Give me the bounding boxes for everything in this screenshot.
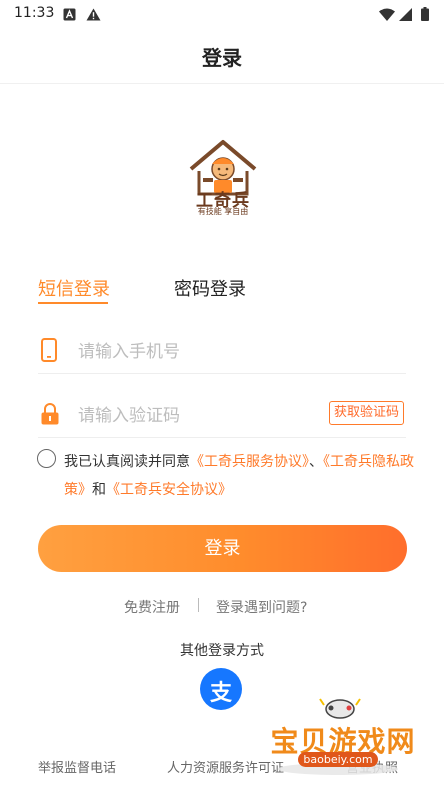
app-logo: 工奇兵 有技能 享自由: [186, 136, 260, 216]
agreement-text: 我已认真阅读并同意《工奇兵服务协议》、《工奇兵隐私政策》和《工奇兵安全协议》: [64, 448, 414, 504]
title-bar: 登录: [0, 28, 444, 84]
agreement-checkbox[interactable]: [37, 449, 56, 468]
phone-input[interactable]: 请输入手机号: [78, 337, 180, 362]
alipay-icon: 支: [209, 681, 232, 706]
status-bar: 11:33: [0, 0, 444, 28]
alipay-login-button[interactable]: 支: [200, 668, 242, 710]
agreement-separator: 、: [309, 454, 323, 470]
phone-field[interactable]: 请输入手机号: [38, 324, 406, 374]
phone-icon: [40, 338, 58, 366]
tab-sms-login[interactable]: 短信登录: [38, 275, 110, 301]
code-input[interactable]: 请输入验证码: [78, 401, 180, 426]
logo-slogan: 有技能 享自由: [197, 207, 249, 216]
wifi-icon: [379, 6, 395, 25]
agreement-and: 和: [92, 482, 106, 498]
link-divider: [198, 598, 199, 612]
register-link[interactable]: 免费注册: [124, 597, 180, 617]
battery-icon: [421, 6, 429, 25]
lock-icon: [40, 402, 60, 430]
watermark-url: baobeiy.com: [298, 752, 378, 767]
get-code-button[interactable]: 获取验证码: [328, 401, 404, 425]
signal-icon: [399, 6, 412, 25]
other-login-label: 其他登录方式: [180, 643, 264, 659]
watermark: 宝贝游戏网 baobeiy.com: [268, 696, 418, 776]
hr-service-license-link[interactable]: 人力资源服务许可证: [167, 757, 284, 776]
status-time: 11:33: [14, 5, 55, 21]
warning-icon: [86, 6, 101, 25]
notification-icon: [63, 6, 76, 25]
login-problem-link[interactable]: 登录遇到问题?: [216, 597, 307, 617]
security-agreement-link[interactable]: 《工奇兵安全协议》: [106, 482, 232, 498]
code-field[interactable]: 请输入验证码 获取验证码: [38, 388, 406, 438]
tab-active-indicator: [38, 302, 108, 304]
page-title: 登录: [202, 46, 242, 70]
service-agreement-link[interactable]: 《工奇兵服务协议》: [190, 454, 309, 470]
tab-password-login[interactable]: 密码登录: [174, 275, 246, 301]
agreement-prefix: 我已认真阅读并同意: [64, 454, 190, 470]
report-hotline-link[interactable]: 举报监督电话: [38, 757, 116, 776]
login-button[interactable]: 登录: [38, 525, 407, 572]
